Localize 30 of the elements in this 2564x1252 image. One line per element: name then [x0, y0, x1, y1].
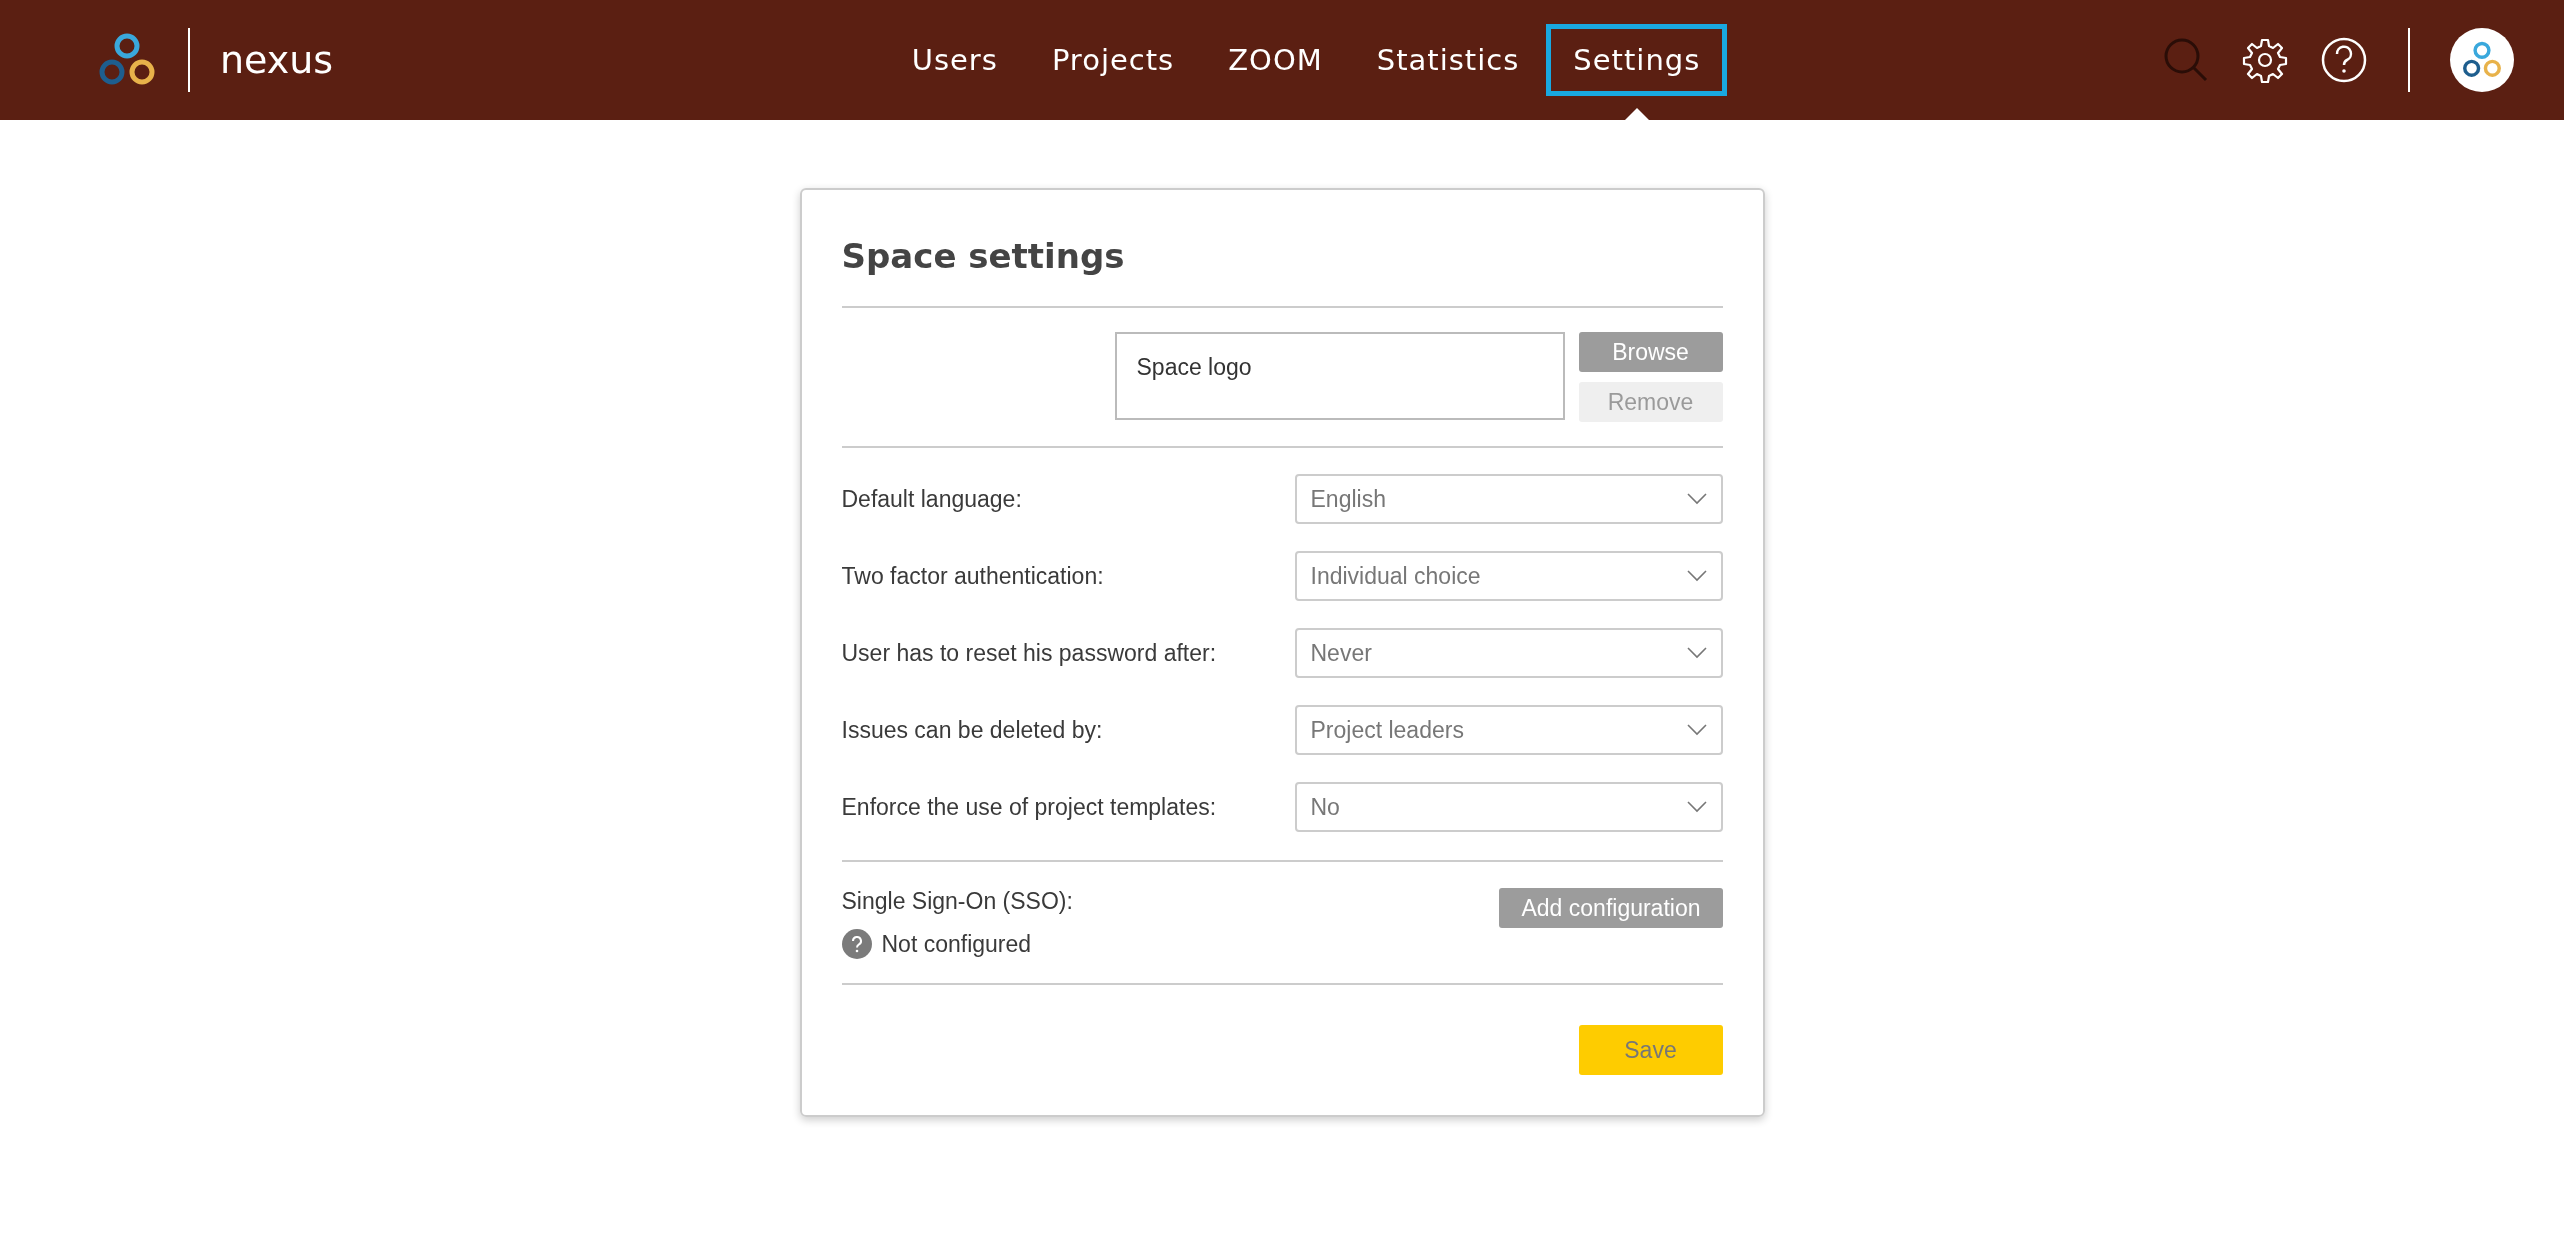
field-label: Default language: — [841, 485, 1022, 513]
select-field[interactable]: No — [1294, 782, 1723, 832]
card-title: Space settings — [841, 236, 1126, 276]
sso-status: Not configured — [881, 930, 1032, 958]
select-field[interactable]: Never — [1294, 628, 1723, 678]
chevron-down-icon — [1686, 724, 1707, 736]
chevron-down-icon — [1686, 801, 1707, 813]
settings-icon[interactable] — [2242, 37, 2288, 83]
nav-tab[interactable]: Projects — [1024, 24, 1202, 96]
nav-tab[interactable]: Statistics — [1349, 24, 1547, 96]
select-field[interactable]: Project leaders — [1294, 705, 1723, 755]
brand-name: nexus — [220, 38, 334, 82]
sso-label: Single Sign-On (SSO): — [841, 888, 1073, 915]
logo-field[interactable]: Space logo — [1114, 332, 1565, 420]
field-label: Two factor authentication: — [841, 562, 1104, 590]
select-field[interactable]: Individual choice — [1294, 551, 1723, 601]
field-label: Enforce the use of project templates: — [841, 793, 1217, 821]
help-icon — [841, 929, 872, 959]
nav-tab[interactable]: Users — [884, 24, 1025, 96]
chevron-down-icon — [1686, 647, 1707, 659]
field-label: User has to reset his password after: — [841, 639, 1217, 667]
upload-button[interactable]: Browse — [1578, 332, 1723, 372]
select-field[interactable]: English — [1294, 474, 1723, 524]
add-configuration-button[interactable]: Add configuration — [1499, 888, 1723, 928]
save-button[interactable]: Save — [1578, 1025, 1723, 1075]
chevron-down-icon — [1686, 493, 1707, 505]
field-label: Issues can be deleted by: — [841, 716, 1103, 744]
help-icon[interactable] — [2320, 36, 2368, 84]
nav-tab[interactable]: ZOOM — [1201, 24, 1350, 96]
chevron-down-icon — [1686, 570, 1707, 582]
